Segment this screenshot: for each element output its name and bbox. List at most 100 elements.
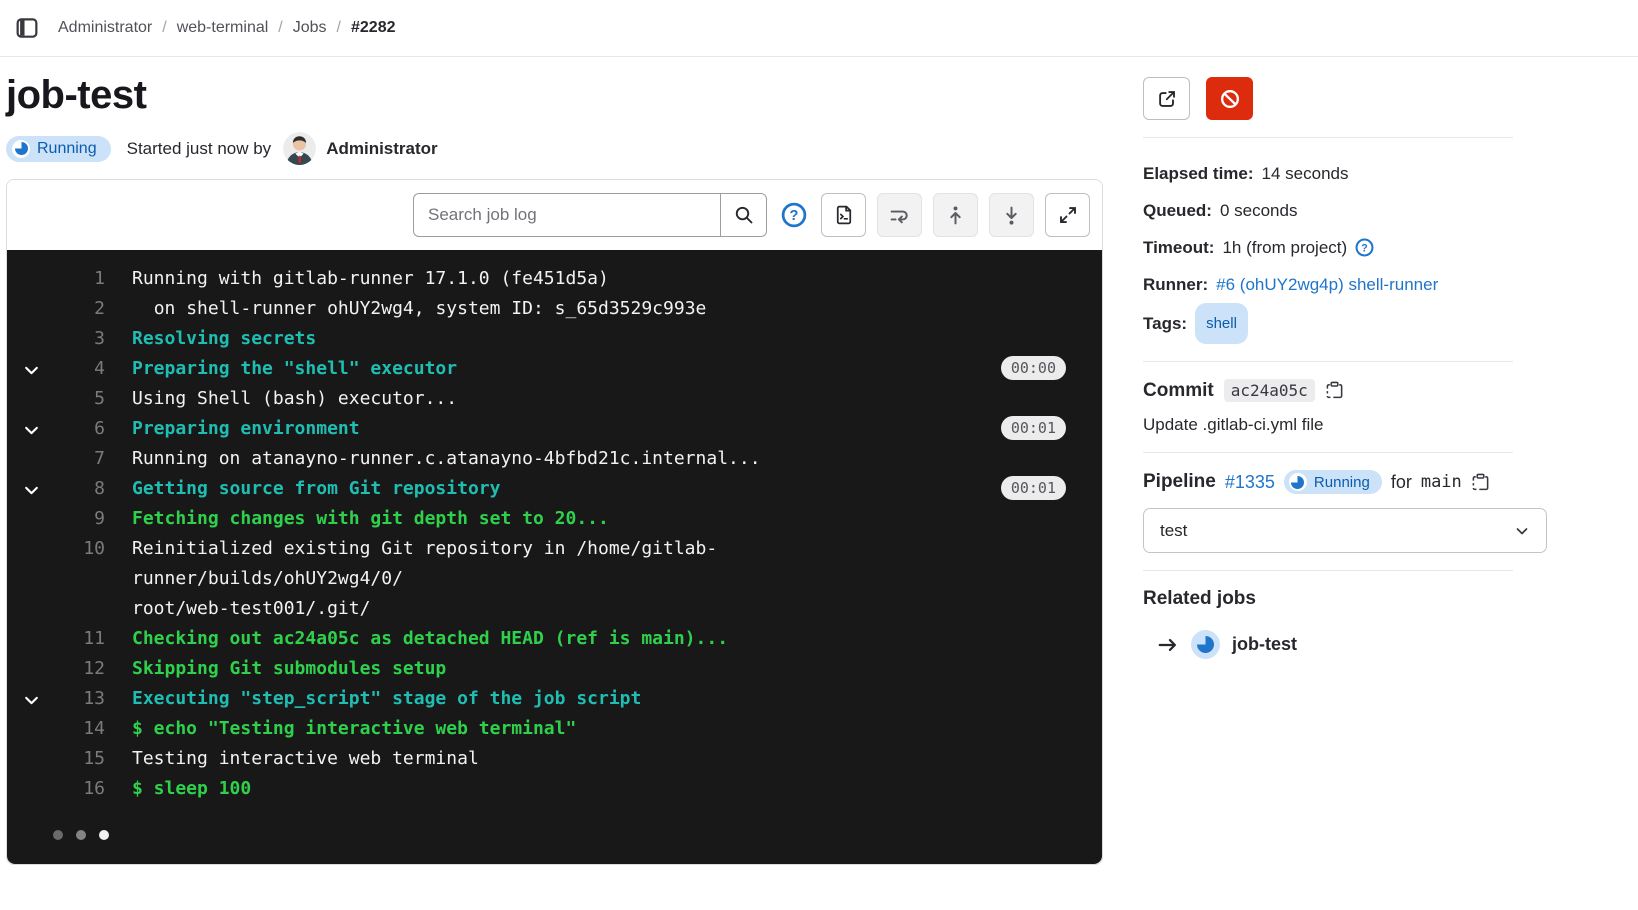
arrow-right-icon xyxy=(1157,634,1179,656)
breadcrumb-separator: / xyxy=(278,19,282,37)
section-collapse-toggle[interactable] xyxy=(7,684,55,709)
log-line-number[interactable]: 5 xyxy=(55,384,105,414)
running-status-icon xyxy=(1191,630,1220,659)
log-line-12: 12Skipping Git submodules setup xyxy=(7,654,1102,684)
log-line-8[interactable]: 8Getting source from Git repository 00:01 xyxy=(7,474,1102,504)
log-line-number[interactable]: 9 xyxy=(55,504,105,534)
log-line-text: Resolving secrets xyxy=(105,324,446,354)
job-log-card: ? 1Running with gitlab- xyxy=(6,179,1103,865)
line-wrap-icon[interactable] xyxy=(877,193,922,237)
stage-dropdown[interactable]: test xyxy=(1143,508,1547,553)
started-text: Started just now by xyxy=(127,139,272,159)
job-status-row: Running Started just now by Administrato… xyxy=(6,132,1103,165)
log-line-number[interactable]: 15 xyxy=(55,744,105,774)
log-line-number[interactable]: 8 xyxy=(55,474,105,504)
breadcrumb-item-administrator[interactable]: Administrator xyxy=(58,19,152,37)
log-line-text: Running with gitlab-runner 17.1.0 (fe451… xyxy=(105,264,739,294)
commit-row: Commit ac24a05c xyxy=(1143,379,1555,402)
related-job-item[interactable]: job-test xyxy=(1143,630,1555,659)
log-line-text: Fetching changes with git depth set to 2… xyxy=(105,504,739,534)
breadcrumb-current-job: #2282 xyxy=(351,19,396,37)
log-line-number[interactable]: 14 xyxy=(55,714,105,744)
log-line-14: 14$ echo "Testing interactive web termin… xyxy=(7,714,1102,744)
sidebar-toggle-icon[interactable] xyxy=(10,11,44,45)
log-line-number[interactable]: 4 xyxy=(55,354,105,384)
log-line-number[interactable]: 3 xyxy=(55,324,105,354)
log-loading-indicator xyxy=(53,830,1102,864)
log-line-4[interactable]: 4Preparing the "shell" executor 00:00 xyxy=(7,354,1102,384)
log-line-15: 15Testing interactive web terminal xyxy=(7,744,1102,774)
breadcrumb-separator: / xyxy=(337,19,341,37)
log-line-number[interactable]: 11 xyxy=(55,624,105,654)
stat-elapsed-time: Elapsed time: 14 seconds xyxy=(1143,155,1555,192)
log-line-text: $ sleep 100 xyxy=(105,774,381,804)
collapse-chevron-icon[interactable] xyxy=(23,692,40,709)
breadcrumb-separator: / xyxy=(162,19,166,37)
stat-runner: Runner: #6 (ohUY2wg4p) shell-runner xyxy=(1143,266,1555,303)
stat-tags: Tags: shell xyxy=(1143,303,1555,344)
copy-commit-sha-icon[interactable] xyxy=(1325,381,1344,400)
job-actions xyxy=(1143,77,1555,120)
log-line-number[interactable]: 12 xyxy=(55,654,105,684)
timeout-help-icon[interactable]: ? xyxy=(1355,238,1374,257)
running-status-icon xyxy=(12,140,30,158)
section-collapse-toggle[interactable] xyxy=(7,474,55,499)
log-line-13[interactable]: 13Executing "step_script" stage of the j… xyxy=(7,684,1102,714)
raw-log-icon[interactable] xyxy=(821,193,866,237)
help-icon[interactable]: ? xyxy=(780,201,808,229)
stat-value: 14 seconds xyxy=(1262,155,1349,192)
log-line-number[interactable]: 16 xyxy=(55,774,105,804)
collapse-chevron-icon[interactable] xyxy=(23,482,40,499)
log-line-11: 11Checking out ac24a05c as detached HEAD… xyxy=(7,624,1102,654)
copy-ref-icon[interactable] xyxy=(1471,473,1490,492)
log-line-number[interactable]: 1 xyxy=(55,264,105,294)
svg-text:?: ? xyxy=(790,208,799,224)
log-line-2: 2 on shell-runner ohUY2wg4, system ID: s… xyxy=(7,294,1102,324)
cancel-job-icon[interactable] xyxy=(1206,77,1253,120)
log-line-text: Getting source from Git repository xyxy=(105,474,630,504)
section-collapse-toggle[interactable] xyxy=(7,354,55,379)
log-line-number[interactable]: 7 xyxy=(55,444,105,474)
log-line-text: Running on atanayno-runner.c.atanayno-4b… xyxy=(105,444,891,474)
status-badge[interactable]: Running xyxy=(6,136,111,162)
collapse-chevron-icon[interactable] xyxy=(23,362,40,379)
pipeline-label: Pipeline xyxy=(1143,471,1216,493)
search-input[interactable] xyxy=(413,193,720,237)
chevron-down-icon xyxy=(1514,523,1530,539)
log-line-6[interactable]: 6Preparing environment00:01 xyxy=(7,414,1102,444)
avatar[interactable] xyxy=(283,132,316,165)
section-duration-badge: 00:00 xyxy=(1001,356,1066,380)
search-group xyxy=(413,193,767,237)
open-in-new-window-icon[interactable] xyxy=(1143,77,1190,120)
log-line-number[interactable]: 2 xyxy=(55,294,105,324)
fullscreen-icon[interactable] xyxy=(1045,193,1090,237)
related-job-link[interactable]: job-test xyxy=(1232,634,1297,655)
author-name[interactable]: Administrator xyxy=(326,139,437,159)
collapse-chevron-icon[interactable] xyxy=(23,422,40,439)
scroll-bottom-icon[interactable] xyxy=(989,193,1034,237)
search-icon[interactable] xyxy=(720,193,767,237)
log-line-5: 5Using Shell (bash) executor... xyxy=(7,384,1102,414)
log-line-number[interactable]: 13 xyxy=(55,684,105,714)
stat-label: Queued: xyxy=(1143,192,1212,229)
related-jobs-title: Related jobs xyxy=(1143,588,1555,610)
log-line-text: Preparing the "shell" executor xyxy=(105,354,587,384)
commit-label: Commit xyxy=(1143,380,1214,402)
section-duration-badge: 00:01 xyxy=(1001,476,1066,500)
breadcrumb-item-jobs[interactable]: Jobs xyxy=(293,19,327,37)
pipeline-ref[interactable]: main xyxy=(1421,472,1462,492)
job-log-toolbar: ? xyxy=(7,180,1102,250)
log-line-text: Skipping Git submodules setup xyxy=(105,654,576,684)
runner-link[interactable]: #6 (ohUY2wg4p) shell-runner xyxy=(1216,266,1438,303)
breadcrumb-item-web-terminal[interactable]: web-terminal xyxy=(177,19,269,37)
scroll-top-icon[interactable] xyxy=(933,193,978,237)
stat-label: Elapsed time: xyxy=(1143,155,1254,192)
commit-message[interactable]: Update .gitlab-ci.yml file xyxy=(1143,415,1555,435)
pipeline-link[interactable]: #1335 xyxy=(1225,472,1275,493)
section-collapse-toggle[interactable] xyxy=(7,414,55,439)
log-line-number[interactable]: 10 xyxy=(55,534,105,564)
pipeline-status-badge[interactable]: Running xyxy=(1284,470,1382,494)
commit-sha[interactable]: ac24a05c xyxy=(1224,379,1315,402)
log-line-number[interactable]: 6 xyxy=(55,414,105,444)
job-sidebar: Elapsed time: 14 seconds Queued: 0 secon… xyxy=(1143,57,1555,865)
